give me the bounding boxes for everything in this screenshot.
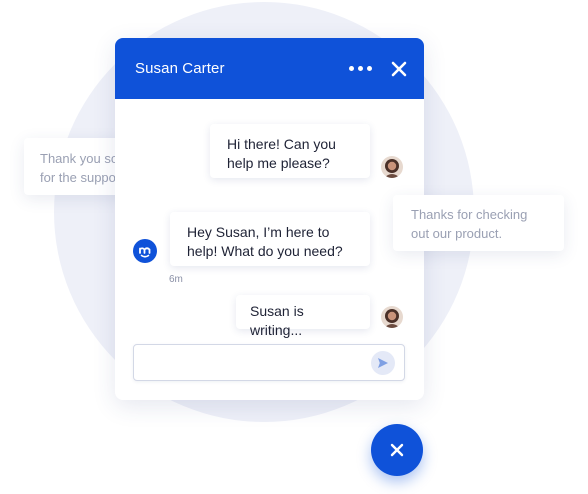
- message-text: Hi there! Can you help me please?: [227, 136, 336, 171]
- send-button[interactable]: [371, 351, 395, 375]
- floating-card-right: Thanks for checking out our product.: [393, 195, 564, 251]
- message-composer: [133, 344, 405, 381]
- chat-title: Susan Carter: [135, 60, 225, 77]
- close-icon[interactable]: [391, 61, 407, 77]
- launcher-close-button[interactable]: [371, 424, 423, 476]
- send-icon: [378, 358, 388, 368]
- message-timestamp: 6m: [169, 274, 183, 285]
- user-avatar: [381, 306, 403, 328]
- message-text: Hey Susan, I’m here to help! What do you…: [187, 224, 343, 259]
- floating-card-right-text: Thanks for checking out our product.: [411, 207, 528, 241]
- close-icon: [390, 443, 404, 457]
- message-text: Susan is writing...: [250, 303, 304, 338]
- agent-avatar: [133, 239, 157, 263]
- user-message: Hi there! Can you help me please?: [210, 124, 370, 178]
- chat-window: Susan Carter Hi there! Can you help me p…: [115, 38, 424, 400]
- more-options-icon[interactable]: [349, 66, 372, 71]
- chat-header: Susan Carter: [115, 38, 424, 99]
- user-avatar: [381, 156, 403, 178]
- message-input[interactable]: [134, 345, 366, 380]
- agent-message: Hey Susan, I’m here to help! What do you…: [170, 212, 370, 266]
- typing-indicator-message: Susan is writing...: [236, 295, 370, 338]
